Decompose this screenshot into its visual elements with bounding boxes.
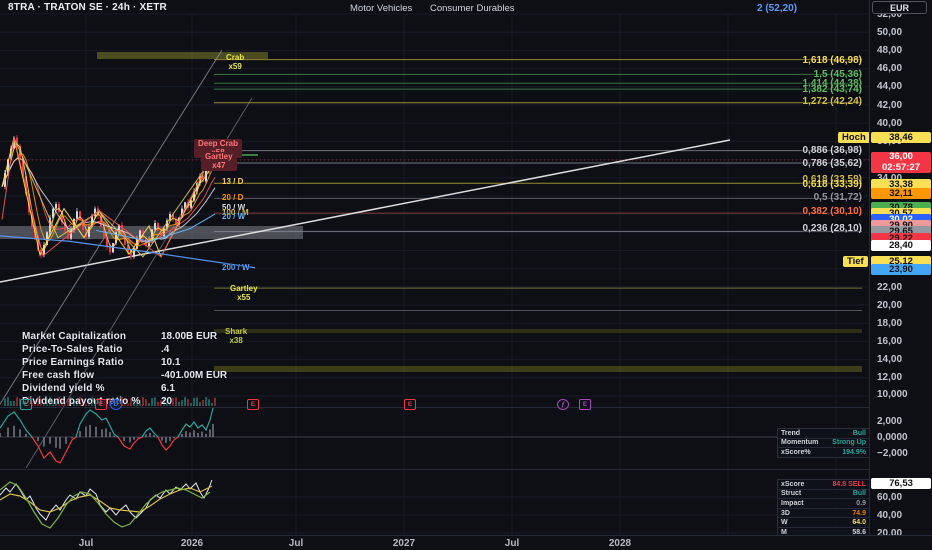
time-axis-tick: 2027 [392,538,416,549]
tradingview-chart-window: 1,618 (46,98) 1,5 (45,36) 1,414 (44,38) 1,3… [0,0,932,550]
chart-canvas[interactable] [0,0,869,535]
price-axis-tick: 10,000 [877,389,908,400]
fib-levels-layer [0,52,862,372]
price-axis-tick: 20,00 [877,300,903,311]
price-axis-badge: 76,53 [871,478,931,489]
price-axis-tick: 16,00 [877,336,903,347]
oscillator-panel [0,408,869,464]
price-axis-tick: 60,00 [877,492,903,503]
rsi-panel [0,479,213,529]
time-axis[interactable]: Jul 2026 Jul 2027 Jul 2028 [0,535,932,550]
price-axis-tick: 40,00 [877,510,903,521]
time-axis-tick: Jul [78,538,94,549]
price-axis-tick: 40,00 [877,118,903,129]
price-axis[interactable]: 52,0050,0048,0046,0044,0042,0040,0038,00… [869,0,932,550]
price-axis-badge: 32,11 [871,188,931,199]
price-axis-tick: 48,00 [877,45,903,56]
price-axis-tick: 44,00 [877,81,903,92]
price-axis-badge: 38,46 [871,132,931,143]
price-axis-tick: 22,00 [877,282,903,293]
currency-button[interactable]: EUR [872,1,927,14]
time-axis-tick: Jul [288,538,304,549]
drawing-value-label: 2 (52,20) [757,3,798,14]
price-axis-tick: 46,00 [877,63,903,74]
time-axis-tick: 2026 [180,538,204,549]
chart-topbar: 8TRA · TRATON SE · 24h · XETR Motor Vehi… [0,0,932,14]
price-axis-tick: −2,000 [877,448,908,459]
price-axis-badge: 36,00 02:57:27 [871,151,931,173]
price-axis-tick: 14,00 [877,354,903,365]
grid-layer [0,13,869,535]
price-axis-tick: 42,00 [877,100,903,111]
price-axis-tick: 0,0000 [877,432,908,443]
price-axis-tick: 50,00 [877,27,903,38]
symbol-title[interactable]: 8TRA · TRATON SE · 24h · XETR [8,2,167,13]
tab-motor-vehicles[interactable]: Motor Vehicles [350,3,412,14]
price-axis-badge: 28,40 [871,240,931,251]
price-axis-tick: 18,00 [877,318,903,329]
price-axis-badge: 23,90 [871,264,931,275]
volume-layer [4,397,216,406]
price-axis-tick: 12,00 [877,372,903,383]
price-axis-tick: 2,000 [877,416,903,427]
time-axis-tick: Jul [504,538,520,549]
time-axis-tick: 2028 [608,538,632,549]
tab-consumer-durables[interactable]: Consumer Durables [430,3,514,14]
